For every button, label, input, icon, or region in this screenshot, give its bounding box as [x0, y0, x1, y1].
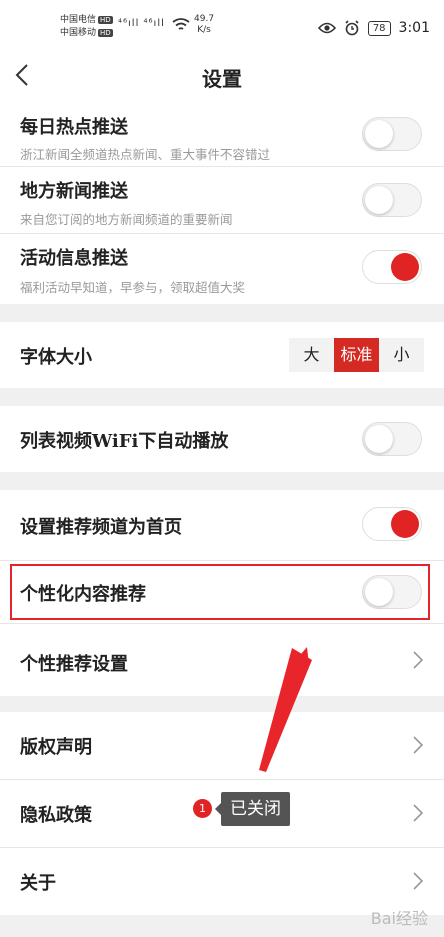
network-speed: 49.7 K/s: [194, 14, 214, 36]
eye-icon: [317, 22, 336, 34]
font-size-group: 字体大小 大 标准 小: [0, 322, 444, 388]
signal-icon: ⁴⁶ıll ⁴⁶ıll: [118, 18, 165, 29]
recommend-home-row[interactable]: 设置推荐频道为首页: [0, 490, 444, 561]
row-title: 列表视频WiFi下自动播放: [20, 431, 229, 452]
font-size-large[interactable]: 大: [289, 338, 334, 372]
chevron-right-icon: [413, 872, 424, 890]
page-title: 设置: [202, 67, 242, 91]
toggle-knob: [391, 253, 419, 281]
alarm-icon: [345, 20, 359, 36]
chevron-right-icon: [413, 736, 424, 754]
font-size-selector: 大 标准 小: [289, 338, 424, 372]
row-title: 地方新闻推送: [20, 181, 128, 202]
row-title: 隐私政策: [20, 805, 92, 826]
font-size-row: 字体大小 大 标准 小: [0, 322, 444, 388]
copyright-row[interactable]: 版权声明: [0, 712, 444, 780]
row-title: 活动信息推送: [20, 248, 128, 269]
chevron-right-icon: [413, 804, 424, 822]
carrier-2: 中国移动: [60, 28, 97, 38]
battery-icon: 78: [367, 20, 391, 36]
speed-value: 49.7: [194, 14, 215, 24]
video-autoplay-toggle[interactable]: [362, 422, 422, 456]
font-size-standard[interactable]: 标准: [334, 338, 379, 372]
watermark: Bai经验: [370, 909, 428, 928]
font-size-small[interactable]: 小: [379, 338, 424, 372]
row-subtitle: 来自您订阅的地方新闻频道的重要新闻: [20, 212, 233, 227]
activity-push-row[interactable]: 活动信息推送 福利活动早知道，早参与，领取超值大奖: [0, 234, 444, 304]
recommend-settings-row[interactable]: 个性推荐设置: [0, 624, 444, 696]
toggle-knob: [365, 425, 393, 453]
carrier-1: 中国电信: [60, 15, 97, 25]
status-tooltip: 已关闭: [215, 792, 290, 826]
push-settings-group: 每日热点推送 浙江新闻全频道热点新闻、重大事件不容错过 地方新闻推送 来自您订阅…: [0, 102, 444, 304]
carrier-info: 中国电信 HD 中国移动 HD: [60, 14, 113, 40]
clock: 3:01: [398, 20, 430, 36]
daily-hot-push-row[interactable]: 每日热点推送 浙江新闻全频道热点新闻、重大事件不容错过: [0, 102, 444, 167]
local-news-push-row[interactable]: 地方新闻推送 来自您订阅的地方新闻频道的重要新闻: [0, 167, 444, 234]
toggle-knob: [391, 510, 419, 538]
highlight-box: [10, 564, 430, 620]
video-autoplay-row[interactable]: 列表视频WiFi下自动播放: [0, 406, 444, 472]
hd-badge: HD: [98, 29, 113, 37]
chevron-right-icon: [413, 651, 424, 669]
row-title: 版权声明: [20, 737, 92, 758]
toggle-knob: [365, 186, 393, 214]
row-title: 个性推荐设置: [20, 654, 128, 675]
status-right: 78 3:01: [317, 20, 430, 36]
wifi-icon: [172, 18, 190, 30]
row-subtitle: 浙江新闻全频道热点新闻、重大事件不容错过: [20, 147, 271, 162]
annotation-badge: 1: [193, 799, 212, 818]
speed-unit: K/s: [197, 25, 211, 35]
row-title: 每日热点推送: [20, 117, 128, 138]
row-title: 字体大小: [20, 347, 92, 368]
daily-hot-push-toggle[interactable]: [362, 117, 422, 151]
row-title: 设置推荐频道为首页: [20, 517, 182, 538]
recommend-home-toggle[interactable]: [362, 507, 422, 541]
nav-bar: 设置: [0, 50, 444, 102]
row-title: 关于: [20, 873, 56, 894]
video-group: 列表视频WiFi下自动播放: [0, 406, 444, 472]
activity-push-toggle[interactable]: [362, 250, 422, 284]
hd-badge: HD: [98, 16, 113, 24]
row-subtitle: 福利活动早知道，早参与，领取超值大奖: [20, 280, 246, 295]
status-bar: 中国电信 HD 中国移动 HD ⁴⁶ıll ⁴⁶ıll 49.7 K/s 78 3:…: [0, 0, 444, 50]
toggle-knob: [365, 120, 393, 148]
local-news-push-toggle[interactable]: [362, 183, 422, 217]
